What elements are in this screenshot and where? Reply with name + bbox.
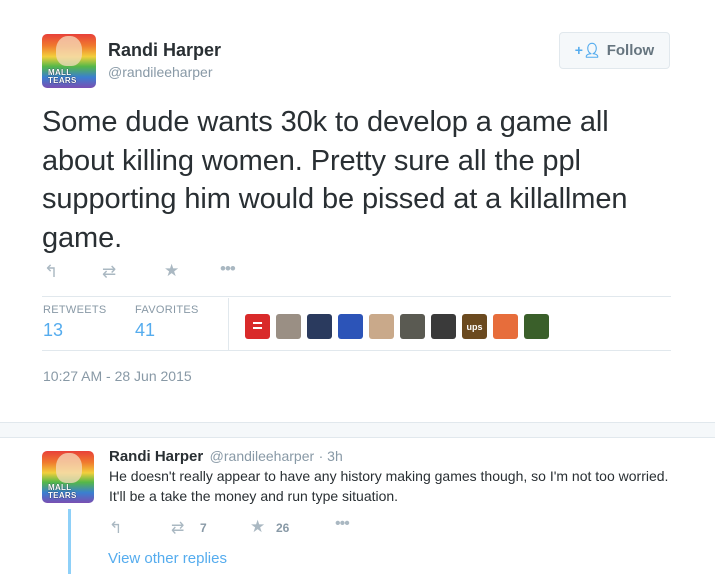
follow-button[interactable]: +👤︎ Follow [559,32,670,69]
author-handle[interactable]: @randileeharper [108,64,213,80]
retweets-label: RETWEETS [43,304,107,316]
retweet-icon[interactable]: ⇄ [102,262,116,282]
retweet-icon[interactable]: ⇄ [171,518,184,538]
favoriter-avatar[interactable]: = [245,314,270,339]
reply-icon[interactable]: ↰ [109,518,122,538]
reply-icon[interactable]: ↰ [44,262,58,282]
favorites-count[interactable]: 41 [135,320,155,341]
divider [42,296,671,297]
reply-author-avatar[interactable]: MALL TEARS [42,451,94,503]
divider [42,350,671,351]
reply-author-handle[interactable]: @randileeharper [210,448,315,464]
retweets-count[interactable]: 13 [43,320,63,341]
view-other-replies-link[interactable]: View other replies [108,550,227,567]
reply-text: He doesn't really appear to have any his… [109,468,669,504]
avatar-caption: MALL TEARS [48,68,77,85]
favorite-icon[interactable]: ★ [164,261,179,281]
thread-line [68,509,71,574]
reply-retweet-count: 7 [200,521,207,535]
tweet-timestamp[interactable]: 10:27 AM - 28 Jun 2015 [43,368,192,384]
favoriter-avatar[interactable] [338,314,363,339]
favoriter-avatar[interactable] [400,314,425,339]
stats-separator [228,298,229,350]
reply-actions: ↰ ⇄ 7 ★ 26 ••• [109,515,369,538]
avatar-caption: MALL TEARS [48,483,77,500]
favoriter-avatar-symbol: ups [466,321,483,332]
follow-label: Follow [606,42,655,59]
favorite-icon[interactable]: ★ [250,517,265,537]
reply-time[interactable]: · 3h [319,448,343,464]
tweet-actions: ↰ ⇄ ★ ••• [44,259,254,282]
author-name[interactable]: Randi Harper [108,40,221,61]
favoriter-avatar[interactable]: ups [462,314,487,339]
reply-header: Randi Harper @randileeharper · 3h [109,448,343,466]
add-user-icon: +👤︎ [574,42,601,58]
more-icon[interactable]: ••• [220,259,236,279]
favoriter-avatar[interactable] [276,314,301,339]
author-avatar[interactable]: MALL TEARS [42,34,96,88]
favoriter-avatar[interactable] [307,314,332,339]
favorites-label: FAVORITES [135,304,199,316]
section-separator [0,422,715,438]
reply-author-name[interactable]: Randi Harper [109,448,203,465]
favoriter-avatar[interactable] [524,314,549,339]
favoriter-avatar[interactable] [369,314,394,339]
favoriter-avatar-symbol: = [252,316,263,336]
tweet-text: Some dude wants 30k to develop a game al… [42,106,628,254]
more-icon[interactable]: ••• [335,515,350,533]
favoriter-avatar[interactable] [431,314,456,339]
reply-favorite-count: 26 [276,521,290,535]
favoriter-avatar[interactable] [493,314,518,339]
